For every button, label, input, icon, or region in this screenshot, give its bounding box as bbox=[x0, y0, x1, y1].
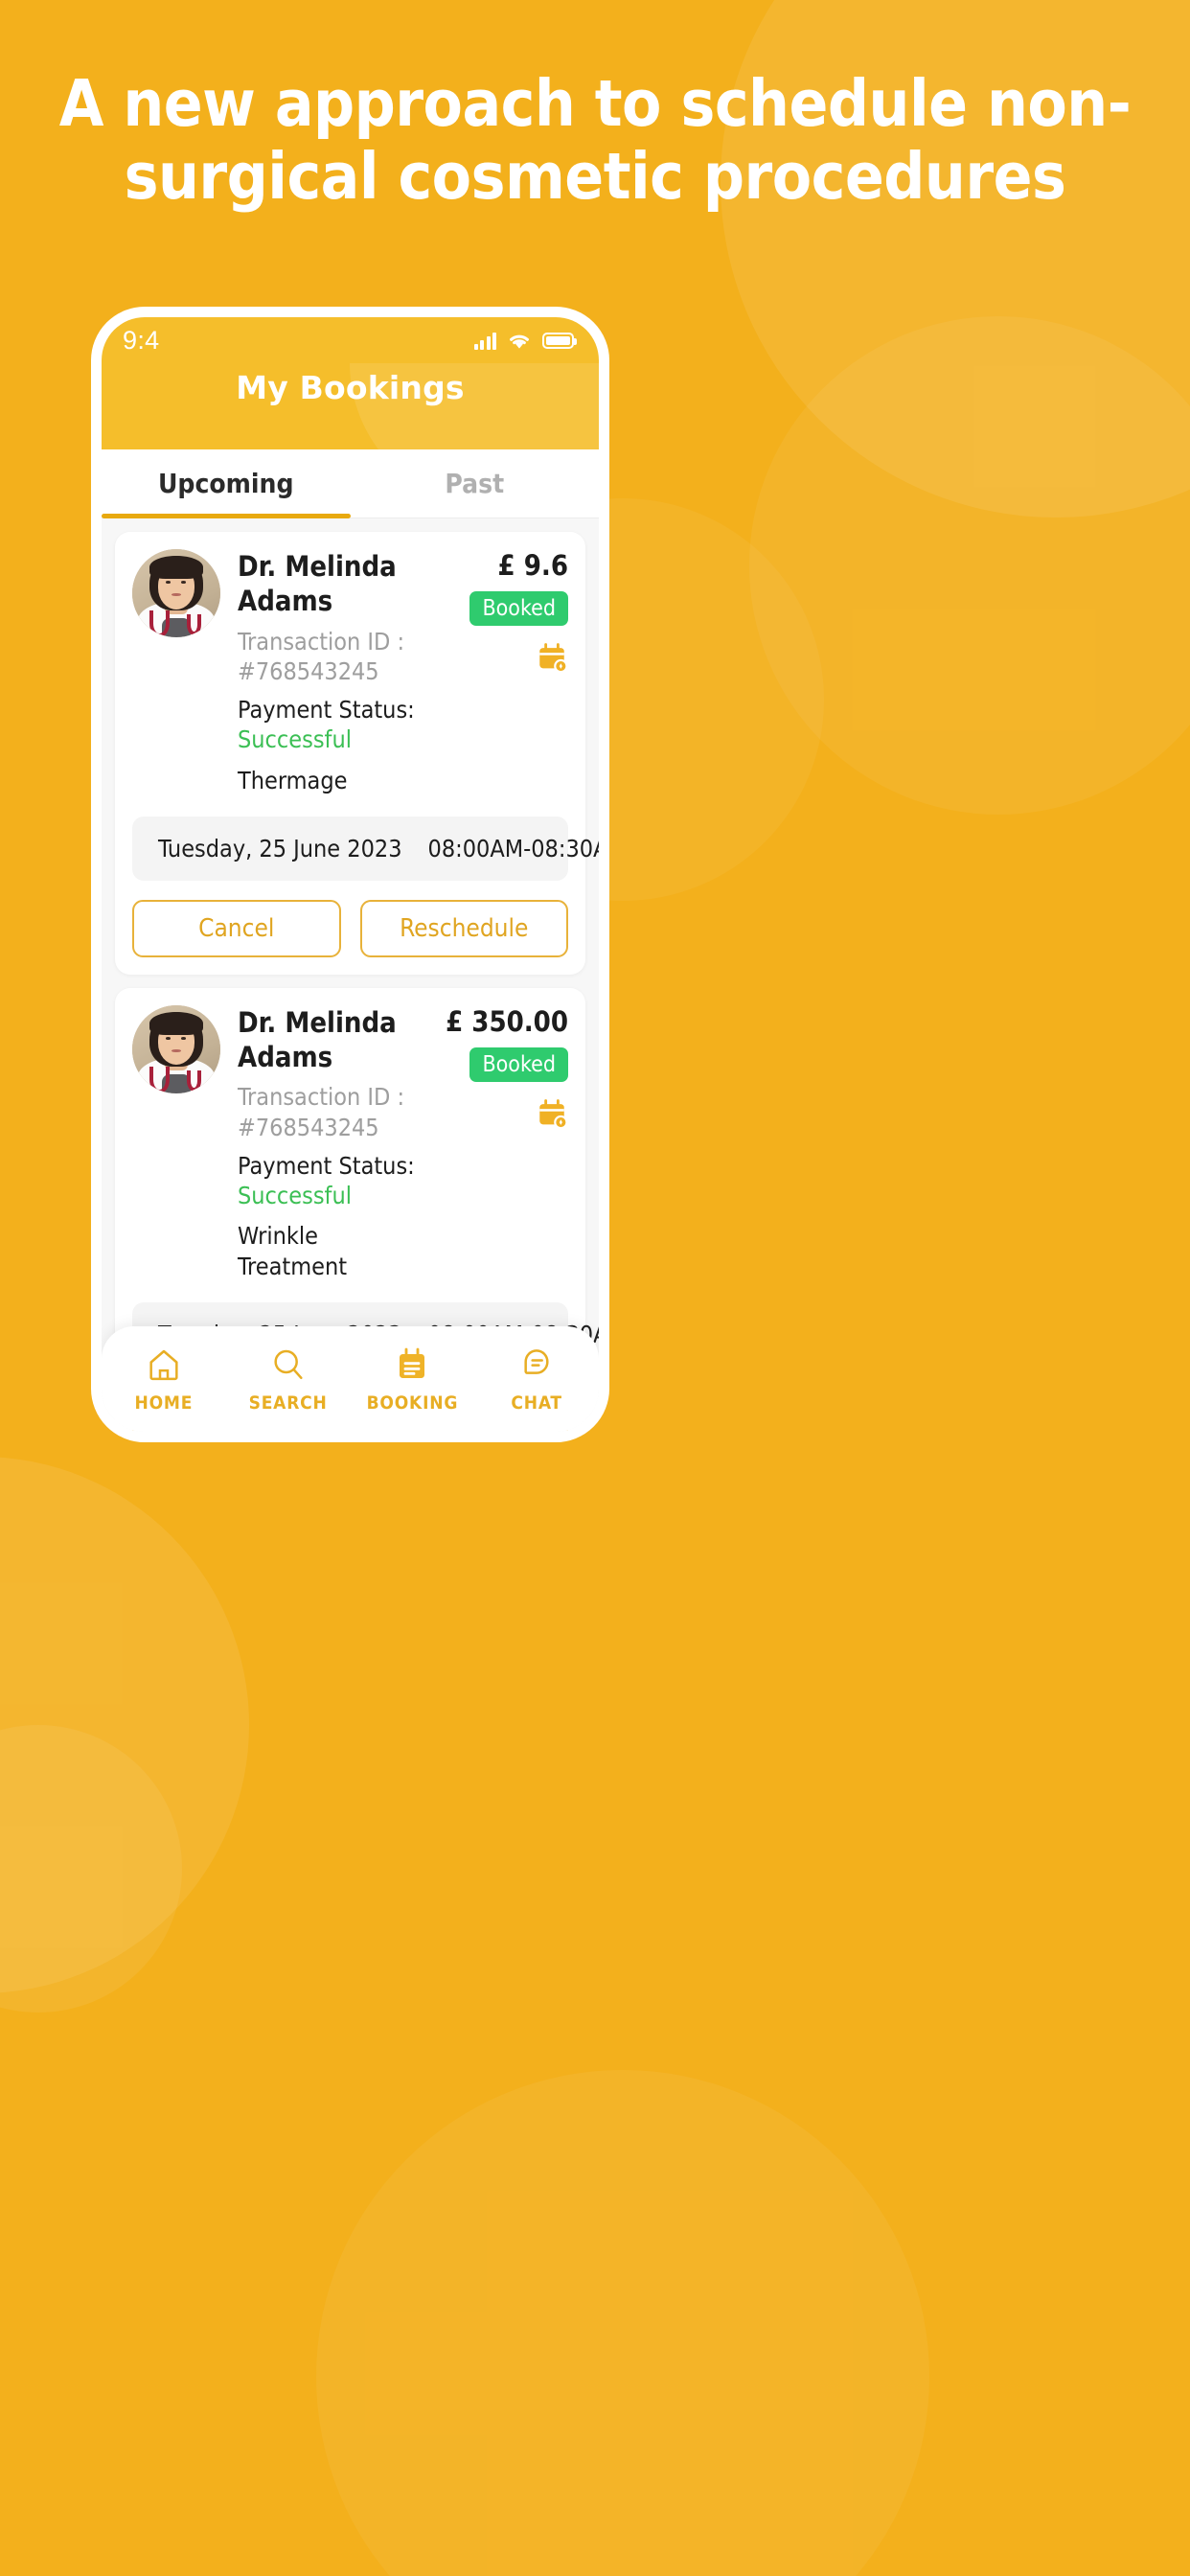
appointment-date: Tuesday, 25 June 2023 bbox=[158, 834, 402, 862]
bookings-list[interactable]: Dr. Melinda Adams Transaction ID : #7685… bbox=[102, 518, 599, 1432]
bottom-navigation: HOME SEARCH BOOKING CHAT bbox=[102, 1326, 599, 1432]
nav-item-search[interactable]: SEARCH bbox=[226, 1346, 351, 1414]
appointment-datetime: Tuesday, 25 June 2023 08:00AM-08:30AM bbox=[132, 816, 599, 881]
phone-screen: 9:4 My Bookings Upcoming Past bbox=[102, 317, 599, 1432]
booking-card-header: Dr. Melinda Adams Transaction ID : #7685… bbox=[132, 1004, 568, 1281]
payment-status-label: Payment Status: bbox=[238, 696, 415, 724]
transaction-id: Transaction ID : #768543245 bbox=[238, 1083, 405, 1141]
nav-item-booking[interactable]: BOOKING bbox=[351, 1346, 475, 1414]
booking-actions: Cancel Reschedule bbox=[132, 899, 568, 957]
treatment-name: Thermage bbox=[238, 766, 348, 794]
phone-mockup: 9:4 My Bookings Upcoming Past bbox=[91, 307, 609, 1442]
hero-headline: A new approach to schedule non-surgical … bbox=[58, 66, 1132, 215]
signal-icon bbox=[473, 332, 496, 350]
tab-upcoming[interactable]: Upcoming bbox=[102, 449, 351, 518]
transaction-id: Transaction ID : #768543245 bbox=[238, 627, 405, 685]
page-title: My Bookings bbox=[236, 369, 465, 406]
appointment-time: 08:00AM-08:30AM bbox=[427, 834, 599, 862]
status-time: 9:4 bbox=[123, 325, 160, 355]
doctor-name: Dr. Melinda Adams bbox=[238, 1005, 397, 1073]
avatar bbox=[132, 549, 220, 637]
status-badge: Booked bbox=[469, 591, 568, 626]
deco-circle bbox=[0, 1457, 249, 1993]
reschedule-button[interactable]: Reschedule bbox=[359, 899, 568, 957]
wifi-icon bbox=[510, 334, 529, 349]
app-header: My Bookings bbox=[102, 317, 599, 507]
status-bar: 9:4 bbox=[102, 317, 599, 363]
chat-icon bbox=[524, 1348, 549, 1374]
deco-circle bbox=[316, 2070, 929, 2576]
cancel-button[interactable]: Cancel bbox=[132, 899, 341, 957]
booking-price: £ 350.00 bbox=[446, 1004, 568, 1038]
battery-icon bbox=[542, 332, 577, 349]
booking-meta: £ 350.00 Booked bbox=[440, 1005, 568, 1281]
nav-item-home[interactable]: HOME bbox=[102, 1346, 226, 1414]
status-badge: Booked bbox=[469, 1046, 568, 1082]
deco-circle bbox=[749, 316, 1190, 815]
payment-status-value: Successful bbox=[238, 1182, 352, 1209]
booking-details: Dr. Melinda Adams Transaction ID : #7685… bbox=[238, 549, 446, 795]
status-icons bbox=[473, 332, 577, 350]
nav-label-search: SEARCH bbox=[248, 1392, 328, 1414]
nav-label-booking: BOOKING bbox=[366, 1392, 459, 1414]
nav-item-chat[interactable]: CHAT bbox=[474, 1346, 599, 1414]
payment-status-value: Successful bbox=[238, 725, 352, 754]
booking-price: £ 9.6 bbox=[497, 549, 568, 582]
booking-details: Dr. Melinda Adams Transaction ID : #7685… bbox=[238, 1005, 423, 1281]
payment-status: Payment Status: Successful bbox=[238, 695, 446, 755]
payment-status-label: Payment Status: bbox=[238, 1151, 415, 1180]
home-icon bbox=[149, 1349, 178, 1380]
payment-status: Payment Status: Successful bbox=[238, 1151, 423, 1211]
nav-label-home: HOME bbox=[134, 1392, 194, 1414]
doctor-name: Dr. Melinda Adams bbox=[238, 550, 397, 618]
calendar-add-icon[interactable] bbox=[536, 1097, 568, 1130]
calendar-icon bbox=[400, 1347, 425, 1378]
avatar bbox=[132, 1004, 220, 1093]
booking-card-header: Dr. Melinda Adams Transaction ID : #7685… bbox=[132, 549, 568, 795]
search-icon bbox=[274, 1349, 303, 1379]
deco-circle bbox=[0, 1725, 182, 2012]
booking-meta: £ 9.6 Booked bbox=[464, 549, 568, 795]
calendar-add-icon[interactable] bbox=[536, 641, 568, 674]
booking-card[interactable]: Dr. Melinda Adams Transaction ID : #7685… bbox=[115, 532, 599, 975]
treatment-name: Wrinkle Treatment bbox=[238, 1222, 348, 1280]
nav-label-chat: CHAT bbox=[511, 1392, 562, 1414]
